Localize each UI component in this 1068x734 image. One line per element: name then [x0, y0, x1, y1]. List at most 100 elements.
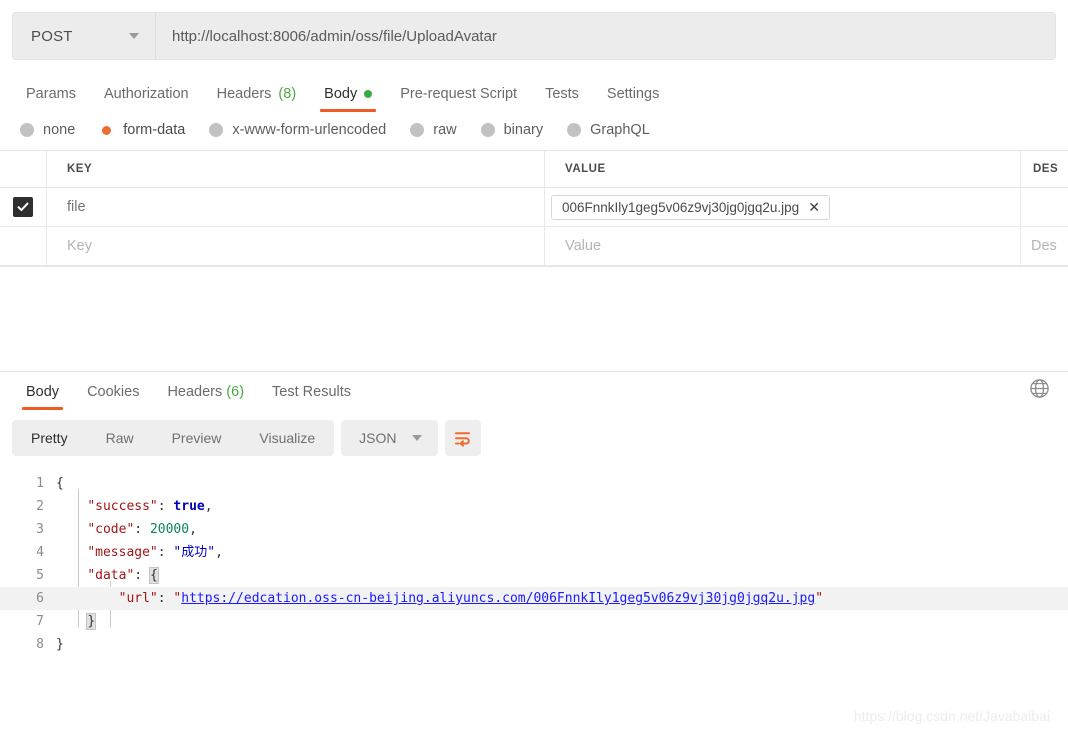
radio-icon — [20, 123, 34, 137]
view-mode-preview[interactable]: Preview — [153, 420, 241, 456]
json-line-text: } — [56, 610, 1068, 633]
tab-pre-request-script[interactable]: Pre-request Script — [386, 86, 531, 112]
line-number: 8 — [36, 637, 44, 652]
empty-value-placeholder: Value — [565, 238, 602, 254]
response-body-json-viewer[interactable]: 1 { 2 "success": true, 3 "code": 20000, … — [0, 466, 1068, 656]
http-method-dropdown[interactable]: POST — [13, 13, 156, 59]
file-chip[interactable]: 006FnnkIly1geg5v06z9vj30jg0jgq2u.jpg ✕ — [551, 194, 830, 220]
json-line: 8 } — [0, 633, 1068, 656]
response-language-dropdown[interactable]: JSON — [341, 420, 438, 456]
response-tab-test-results-label: Test Results — [272, 384, 352, 400]
view-mode-visualize[interactable]: Visualize — [240, 420, 334, 456]
tab-pre-request-script-label: Pre-request Script — [400, 86, 518, 102]
response-url-link[interactable]: https://edcation.oss-cn-beijing.aliyuncs… — [181, 591, 815, 606]
json-line: 6 "url": "https://edcation.oss-cn-beijin… — [0, 587, 1068, 610]
tab-headers-label: Headers — [216, 86, 272, 102]
response-tab-cookies-label: Cookies — [87, 384, 140, 400]
body-type-none[interactable]: none — [20, 122, 75, 138]
response-tab-headers-label: Headers — [167, 384, 223, 400]
json-value: true — [173, 499, 205, 514]
body-type-x-www-form-urlencoded[interactable]: x-www-form-urlencoded — [209, 122, 386, 138]
tab-authorization[interactable]: Authorization — [90, 86, 203, 112]
response-tab-test-results[interactable]: Test Results — [258, 384, 365, 410]
json-key: "data" — [87, 568, 135, 583]
response-tabs: Body Cookies Headers (6) Test Results — [0, 372, 1068, 410]
json-key: "url" — [118, 591, 158, 606]
body-type-binary-label: binary — [503, 122, 544, 138]
header-description: DES — [1033, 163, 1059, 175]
body-type-graphql[interactable]: GraphQL — [567, 122, 650, 138]
response-tab-body-label: Body — [26, 384, 60, 400]
globe-icon[interactable] — [1029, 378, 1050, 404]
request-tabs: Params Authorization Headers (8) Body Pr… — [0, 74, 1068, 112]
header-key: KEY — [47, 151, 545, 187]
body-type-raw[interactable]: raw — [410, 122, 457, 138]
line-number: 1 — [36, 476, 44, 491]
line-number: 4 — [36, 545, 44, 560]
line-number: 7 — [36, 614, 44, 629]
form-data-table: KEY VALUE DES file 006FnnkIly1geg5v06z9v… — [0, 150, 1068, 267]
chevron-down-icon — [129, 33, 139, 39]
body-type-none-label: none — [43, 122, 76, 138]
tab-params-label: Params — [26, 86, 76, 102]
json-line-text: "code": 20000, — [87, 522, 197, 537]
tab-tests[interactable]: Tests — [531, 86, 593, 112]
body-type-form-data-label: form-data — [123, 122, 186, 138]
json-line-text: { — [56, 476, 64, 491]
radio-icon — [410, 123, 425, 137]
empty-row-checkbox-cell — [0, 227, 47, 265]
tab-headers-count: (8) — [278, 86, 297, 102]
tab-params[interactable]: Params — [12, 86, 90, 112]
row-key-cell[interactable]: file — [47, 188, 545, 226]
row-checkbox-cell — [0, 188, 47, 226]
response-tab-headers[interactable]: Headers (6) — [153, 384, 258, 410]
header-checkbox-cell — [0, 151, 47, 187]
radio-icon — [480, 123, 495, 137]
empty-row-value-cell[interactable]: Value — [545, 227, 1021, 265]
body-type-form-data[interactable]: form-data — [99, 122, 185, 138]
body-type-graphql-label: GraphQL — [590, 122, 650, 138]
empty-key-placeholder: Key — [67, 238, 92, 254]
row-description-cell[interactable] — [1021, 188, 1068, 226]
json-value: 20000 — [149, 522, 190, 537]
empty-row-description-cell[interactable]: Des — [1021, 227, 1068, 265]
remove-file-icon[interactable]: ✕ — [808, 200, 820, 214]
json-line-text: "success": true, — [87, 499, 213, 514]
response-format-toolbar: Pretty Raw Preview Visualize JSON — [0, 410, 1068, 466]
radio-icon — [209, 123, 224, 137]
body-type-urlencoded-label: x-www-form-urlencoded — [232, 122, 387, 138]
request-url-input[interactable] — [156, 13, 1055, 59]
tab-settings[interactable]: Settings — [593, 86, 673, 112]
json-line-text: "message": "成功", — [87, 545, 223, 560]
row-enabled-checkbox[interactable] — [13, 197, 33, 217]
tab-tests-label: Tests — [545, 86, 579, 102]
body-type-binary[interactable]: binary — [480, 122, 544, 138]
view-mode-raw[interactable]: Raw — [87, 420, 153, 456]
radio-icon — [567, 123, 582, 137]
json-line: 5 "data": { — [0, 564, 1068, 587]
json-line: 1 { — [0, 472, 1068, 495]
word-wrap-toggle[interactable] — [444, 420, 481, 456]
body-modified-dot-icon — [364, 90, 373, 98]
json-line-text: } — [56, 637, 64, 652]
row-value-cell[interactable]: 006FnnkIly1geg5v06z9vj30jg0jgq2u.jpg ✕ — [545, 188, 1021, 226]
response-tab-cookies[interactable]: Cookies — [73, 384, 153, 410]
response-tab-body[interactable]: Body — [12, 384, 73, 410]
empty-row-key-cell[interactable]: Key — [47, 227, 545, 265]
table-empty-row: Key Value Des — [0, 227, 1068, 266]
line-number: 6 — [36, 591, 44, 606]
tab-settings-label: Settings — [606, 86, 660, 102]
json-line: 7 } — [0, 610, 1068, 633]
empty-description-placeholder: Des — [1031, 238, 1057, 254]
view-mode-pretty[interactable]: Pretty — [12, 420, 87, 456]
tab-headers[interactable]: Headers (8) — [203, 86, 311, 112]
view-mode-raw-label: Raw — [105, 430, 134, 446]
matching-brace: { — [148, 567, 159, 584]
json-line-text: "data": { — [87, 567, 159, 584]
view-mode-preview-label: Preview — [171, 430, 222, 446]
line-number: 2 — [36, 499, 44, 514]
matching-brace: } — [86, 613, 97, 630]
response-tab-headers-count: (6) — [226, 384, 245, 400]
tab-body[interactable]: Body — [310, 86, 386, 112]
tab-authorization-label: Authorization — [103, 86, 189, 102]
